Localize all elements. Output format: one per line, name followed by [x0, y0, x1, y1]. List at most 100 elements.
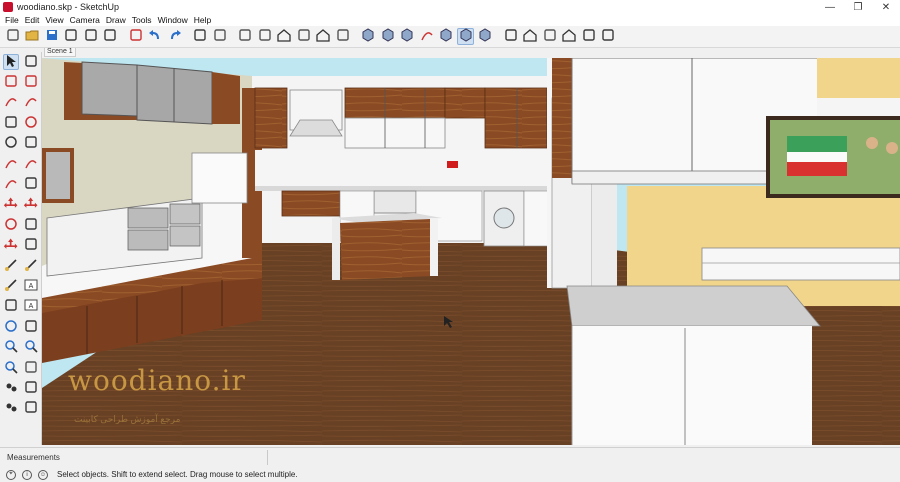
polygon-tool[interactable] [23, 136, 39, 152]
sketchup-logo-icon [3, 2, 13, 12]
model-info-button[interactable] [211, 28, 228, 45]
pie-tool[interactable] [23, 176, 39, 192]
left-view-button[interactable] [334, 28, 351, 45]
orbit-icon [3, 318, 19, 337]
warehouse-button[interactable] [522, 28, 539, 45]
shaded-textures-button[interactable] [457, 28, 474, 45]
maximize-icon: ❐ [853, 1, 863, 13]
eraser-tool[interactable] [23, 74, 39, 90]
hidden-line-button[interactable] [418, 28, 435, 45]
credits-icon[interactable]: i [22, 469, 32, 480]
component-button[interactable] [502, 28, 519, 45]
two-point-arc-tool[interactable] [23, 156, 39, 172]
xray-button[interactable] [360, 28, 377, 45]
paint-bucket-tool[interactable] [3, 74, 19, 90]
three-point-arc-icon [3, 175, 19, 194]
print-button[interactable] [192, 28, 209, 45]
protractor-tool[interactable] [3, 278, 19, 294]
text-tool[interactable]: A [23, 278, 39, 294]
circle-tool[interactable] [3, 136, 19, 152]
toolbar-separator [354, 28, 360, 45]
menu-view[interactable]: View [42, 14, 66, 26]
pan-icon [23, 318, 39, 337]
axes-tool[interactable] [3, 299, 19, 315]
shaded-button[interactable] [438, 28, 455, 45]
geo-location-icon[interactable]: ⌖ [6, 469, 16, 480]
back-edges-button[interactable] [379, 28, 396, 45]
new-model-button[interactable] [4, 28, 21, 45]
tape-measure-tool[interactable] [3, 258, 19, 274]
layout-button[interactable] [580, 28, 597, 45]
menu-file[interactable]: File [2, 14, 22, 26]
previous-view-tool[interactable] [23, 360, 39, 376]
zoom-tool[interactable] [3, 340, 19, 356]
open-folder-button[interactable] [24, 28, 41, 45]
zoom-extents-tool[interactable] [3, 360, 19, 376]
text-icon: A [23, 277, 39, 296]
rotate-tool[interactable] [3, 217, 19, 233]
menu-edit[interactable]: Edit [22, 14, 43, 26]
select-tool[interactable] [3, 54, 19, 70]
front-view-button[interactable] [276, 28, 293, 45]
offset-tool[interactable] [23, 238, 39, 254]
menu-tools[interactable]: Tools [129, 14, 155, 26]
style-builder-button[interactable] [600, 28, 617, 45]
dimension-tool[interactable] [23, 258, 39, 274]
minimize-icon: — [825, 1, 835, 13]
position-camera-tool[interactable] [3, 380, 19, 396]
print-icon [192, 27, 208, 46]
menu-draw[interactable]: Draw [103, 14, 129, 26]
section-plane-tool[interactable] [23, 401, 39, 417]
freehand-tool[interactable] [23, 95, 39, 111]
scale-tool[interactable] [3, 238, 19, 254]
top-view-button[interactable] [256, 28, 273, 45]
erase-button[interactable] [127, 28, 144, 45]
redo-button[interactable] [166, 28, 183, 45]
monochrome-button[interactable] [477, 28, 494, 45]
open-folder-icon [24, 27, 40, 46]
look-around-tool[interactable] [23, 380, 39, 396]
share-model-button[interactable] [541, 28, 558, 45]
close-button[interactable]: ✕ [872, 0, 900, 14]
make-component-icon [23, 53, 39, 72]
zoom-window-tool[interactable] [23, 340, 39, 356]
move-icon [3, 195, 19, 214]
menu-help[interactable]: Help [191, 14, 214, 26]
back-view-icon [315, 27, 331, 46]
user-icon[interactable]: ☺ [38, 469, 48, 480]
right-view-button[interactable] [295, 28, 312, 45]
iso-view-button[interactable] [237, 28, 254, 45]
copy-button[interactable] [82, 28, 99, 45]
wireframe-button[interactable] [399, 28, 416, 45]
move-tool[interactable] [3, 197, 19, 213]
three-point-arc-tool[interactable] [3, 176, 19, 192]
orbit-tool[interactable] [3, 319, 19, 335]
measurements-label: Measurements [7, 453, 60, 462]
rotated-rectangle-tool[interactable] [23, 115, 39, 131]
walk-tool[interactable] [3, 401, 19, 417]
component-icon [503, 27, 519, 46]
rectangle-tool[interactable] [3, 115, 19, 131]
line-tool[interactable] [3, 95, 19, 111]
scene-tab[interactable]: Scene 1 [44, 48, 76, 57]
minimize-button[interactable]: — [816, 0, 844, 14]
arc-tool[interactable] [3, 156, 19, 172]
offset-icon [23, 236, 39, 255]
save-button[interactable] [43, 28, 60, 45]
3d-text-tool[interactable]: A [23, 299, 39, 315]
paste-button[interactable] [102, 28, 119, 45]
menu-window[interactable]: Window [155, 14, 191, 26]
title-bar: woodiano.skp - SketchUp — ❐ ✕ [0, 0, 900, 14]
follow-me-tool[interactable] [23, 217, 39, 233]
make-component-tool[interactable] [23, 54, 39, 70]
cut-button[interactable] [63, 28, 80, 45]
model-viewport[interactable]: woodiano.ir مرجع آموزش طراحی کابینت [42, 58, 900, 445]
back-view-button[interactable] [315, 28, 332, 45]
pan-tool[interactable] [23, 319, 39, 335]
maximize-button[interactable]: ❐ [844, 0, 872, 14]
undo-button[interactable] [147, 28, 164, 45]
menu-camera[interactable]: Camera [67, 14, 103, 26]
push-pull-tool[interactable] [23, 197, 39, 213]
rotated-rectangle-icon [23, 114, 39, 133]
extension-warehouse-button[interactable] [561, 28, 578, 45]
